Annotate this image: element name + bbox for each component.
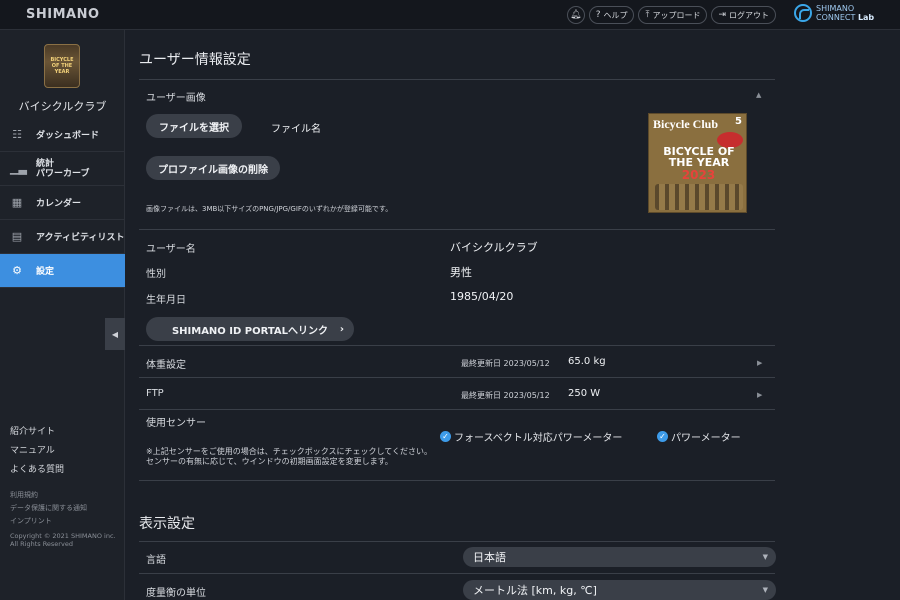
sidebar-legal: 利用規約 データ保護に関する通知 インプリント bbox=[10, 490, 87, 529]
ftp-updated: 最終更新日 2023/05/12 bbox=[461, 391, 550, 400]
sidebar-item-activity-list[interactable]: ▤ アクティビティリスト bbox=[0, 220, 125, 254]
delete-profile-image-button[interactable]: プロファイル画像の削除 bbox=[146, 156, 280, 180]
weight-updated: 最終更新日 2023/05/12 bbox=[461, 359, 550, 368]
chevron-down-icon: ▼ bbox=[762, 553, 768, 561]
link-manual[interactable]: マニュアル bbox=[10, 443, 64, 456]
chevron-right-icon[interactable]: ▶ bbox=[757, 391, 762, 399]
link-terms[interactable]: 利用規約 bbox=[10, 490, 87, 500]
chevron-right-icon: › bbox=[339, 323, 344, 335]
ftp-label: FTP bbox=[146, 388, 164, 399]
divider bbox=[139, 345, 775, 346]
notification-button[interactable]: 🔔︎ bbox=[566, 6, 585, 24]
gear-icon: ⚙ bbox=[12, 264, 22, 277]
ftp-value[interactable]: 250 W bbox=[568, 388, 600, 399]
sensor-label: 使用センサー bbox=[146, 418, 206, 429]
upload-icon: ⤒ bbox=[645, 10, 650, 20]
collapse-sidebar-button[interactable]: ◀ bbox=[105, 318, 125, 350]
birthday-value: 1985/04/20 bbox=[450, 290, 514, 303]
link-faq[interactable]: よくある質問 bbox=[10, 462, 64, 475]
divider bbox=[139, 573, 775, 574]
choose-file-button[interactable]: ファイルを選択 bbox=[146, 114, 242, 138]
chevron-right-icon[interactable]: ▶ bbox=[757, 359, 762, 367]
divider bbox=[139, 79, 775, 80]
club-name: バイシクルクラブ bbox=[18, 100, 107, 113]
weight-label: 体重設定 bbox=[146, 360, 186, 371]
language-select[interactable]: 日本語 ▼ bbox=[463, 547, 776, 567]
top-bar: SHIMANO 🔔︎ ? ヘルプ ⤒ アップロード ⇥ ログアウト SHIMAN… bbox=[0, 0, 900, 30]
dashboard-icon: ☷ bbox=[12, 128, 22, 141]
link-intro-site[interactable]: 紹介サイト bbox=[10, 424, 64, 437]
link-privacy[interactable]: データ保護に関する通知 bbox=[10, 503, 87, 513]
bell-icon: 🔔︎ bbox=[569, 10, 582, 20]
check-icon: ✓ bbox=[440, 431, 451, 442]
file-name: ファイル名 bbox=[271, 124, 321, 135]
sidebar-item-settings[interactable]: ⚙ 設定 bbox=[0, 254, 125, 288]
divider bbox=[139, 409, 775, 410]
username-value: バイシクルクラブ bbox=[450, 241, 538, 254]
shimano-connect-lab-logo[interactable]: SHIMANO CONNECT Lab bbox=[794, 4, 874, 22]
gender-label: 性別 bbox=[146, 269, 166, 280]
image-note: 画像ファイルは、3MB以下サイズのPNG/JPG/GIFのいずれかが登録可能です… bbox=[146, 205, 393, 213]
check-icon: ✓ bbox=[657, 431, 668, 442]
club-avatar: BICYCLE OF THE YEAR bbox=[44, 44, 80, 88]
sidebar-nav: ☷ ダッシュボード ▁▃ 統計 パワーカーブ ▦ カレンダー ▤ アクティビティリ… bbox=[0, 118, 125, 288]
copyright: Copyright © 2021 SHIMANO inc. All Rights… bbox=[10, 532, 116, 548]
force-vector-power-meter-checkbox[interactable]: ✓ フォースベクトル対応パワーメーター bbox=[440, 429, 622, 444]
user-settings-title: ユーザー情報設定 bbox=[139, 52, 251, 68]
sensor-note: ※上記センサーをご使用の場合は、チェックボックスにチェックしてください。 センサ… bbox=[146, 447, 432, 466]
upload-button[interactable]: ⤒ アップロード bbox=[638, 6, 708, 24]
sidebar: BICYCLE OF THE YEAR バイシクルクラブ ☷ ダッシュボード ▁… bbox=[0, 30, 125, 600]
divider bbox=[139, 541, 775, 542]
weight-value[interactable]: 65.0 kg bbox=[568, 356, 606, 367]
gender-value: 男性 bbox=[450, 266, 472, 279]
username-label: ユーザー名 bbox=[146, 244, 196, 255]
collapse-icon[interactable]: ▲ bbox=[756, 91, 761, 99]
language-label: 言語 bbox=[146, 555, 166, 566]
logout-icon: ⇥ bbox=[718, 10, 726, 20]
sidebar-item-stats[interactable]: ▁▃ 統計 パワーカーブ bbox=[0, 152, 125, 186]
shimano-logo[interactable]: SHIMANO bbox=[26, 7, 100, 22]
help-button[interactable]: ? ヘルプ bbox=[588, 6, 635, 24]
sidebar-item-dashboard[interactable]: ☷ ダッシュボード bbox=[0, 118, 125, 152]
stats-icon: ▁▃ bbox=[10, 162, 27, 175]
shimano-id-portal-link[interactable]: SHIMANO ID PORTALへリンク › bbox=[146, 317, 354, 341]
sidebar-links: 紹介サイト マニュアル よくある質問 bbox=[10, 424, 64, 481]
user-image-label: ユーザー画像 bbox=[146, 93, 206, 104]
connect-lab-icon bbox=[794, 4, 812, 22]
sidebar-item-calendar[interactable]: ▦ カレンダー bbox=[0, 186, 125, 220]
profile-image: Bicycle Club 5 BICYCLE OF THE YEAR 2023 bbox=[648, 113, 747, 213]
divider bbox=[139, 229, 775, 230]
display-settings-title: 表示設定 bbox=[139, 516, 195, 532]
calendar-icon: ▦ bbox=[11, 196, 23, 209]
activity-list-icon: ▤ bbox=[11, 230, 23, 243]
help-icon: ? bbox=[595, 10, 601, 20]
divider bbox=[139, 377, 775, 378]
units-label: 度量衡の単位 bbox=[146, 588, 206, 599]
top-actions: 🔔︎ ? ヘルプ ⤒ アップロード ⇥ ログアウト bbox=[566, 6, 776, 24]
power-meter-checkbox[interactable]: ✓ パワーメーター bbox=[657, 429, 741, 444]
chevron-left-icon: ◀ bbox=[111, 329, 119, 339]
divider bbox=[139, 480, 775, 481]
logout-button[interactable]: ⇥ ログアウト bbox=[711, 6, 776, 24]
main-content: ユーザー情報設定 ユーザー画像 ▲ ファイルを選択 ファイル名 プロファイル画像… bbox=[126, 30, 900, 600]
units-select[interactable]: メートル法 [km, kg, ℃] ▼ bbox=[463, 580, 776, 600]
link-imprint[interactable]: インプリント bbox=[10, 516, 87, 526]
chevron-down-icon: ▼ bbox=[762, 586, 768, 594]
birthday-label: 生年月日 bbox=[146, 295, 186, 306]
